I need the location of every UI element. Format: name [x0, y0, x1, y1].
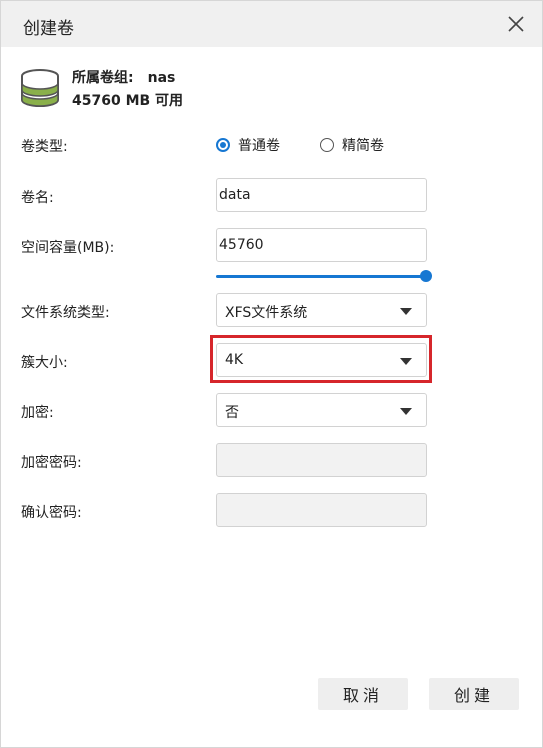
- cancel-button[interactable]: 取消: [318, 678, 408, 710]
- volume-name-value: data: [219, 187, 251, 203]
- capacity-label: 空间容量(MB):: [21, 240, 115, 256]
- radio-normal-label[interactable]: 普通卷: [238, 135, 280, 155]
- dialog-title: 创建卷: [23, 19, 74, 39]
- radio-normal-circle[interactable]: [216, 138, 230, 152]
- volume-type-radio-group: 普通卷 精简卷: [216, 135, 384, 155]
- available-space: 45760 MB 可用: [72, 93, 184, 109]
- filesystem-select[interactable]: XFS文件系统: [216, 293, 427, 327]
- filesystem-value: XFS文件系统: [225, 305, 308, 321]
- encryption-password-input: [216, 443, 427, 477]
- capacity-value: 45760: [219, 237, 264, 253]
- dialog-titlebar: 创建卷: [1, 1, 542, 47]
- volume-group-name: nas: [147, 70, 176, 86]
- volume-name-label: 卷名:: [21, 190, 54, 206]
- confirm-password-input: [216, 493, 427, 527]
- radio-thin-label[interactable]: 精简卷: [342, 135, 384, 155]
- encryption-select[interactable]: 否: [216, 393, 427, 427]
- encryption-label: 加密:: [21, 405, 54, 421]
- capacity-input[interactable]: 45760: [216, 228, 427, 262]
- chevron-down-icon[interactable]: [400, 308, 412, 315]
- chevron-down-icon[interactable]: [400, 408, 412, 415]
- encryption-value: 否: [225, 405, 239, 421]
- capacity-slider-thumb[interactable]: [420, 270, 432, 282]
- cluster-size-label: 簇大小:: [21, 355, 68, 371]
- volume-group-info: 所属卷组: nas: [72, 67, 175, 87]
- create-volume-dialog: 创建卷 所属卷组: nas 45760 MB 可用 卷类型: 普通卷 精简卷 卷名…: [0, 0, 543, 748]
- capacity-slider[interactable]: [216, 270, 432, 282]
- volume-group-label: 所属卷组:: [72, 70, 134, 86]
- volume-type-label: 卷类型:: [21, 139, 68, 155]
- capacity-slider-track: [216, 275, 426, 278]
- radio-thin-volume[interactable]: 精简卷: [320, 135, 384, 155]
- close-icon[interactable]: [504, 12, 528, 36]
- create-button[interactable]: 创建: [429, 678, 519, 710]
- radio-normal-volume[interactable]: 普通卷: [216, 135, 280, 155]
- confirm-password-label: 确认密码:: [21, 505, 82, 521]
- volume-name-input[interactable]: data: [216, 178, 427, 212]
- filesystem-label: 文件系统类型:: [21, 305, 110, 321]
- encryption-password-label: 加密密码:: [21, 455, 82, 471]
- highlight-box: [210, 335, 432, 383]
- volume-group-icon: [21, 69, 59, 107]
- radio-thin-circle[interactable]: [320, 138, 334, 152]
